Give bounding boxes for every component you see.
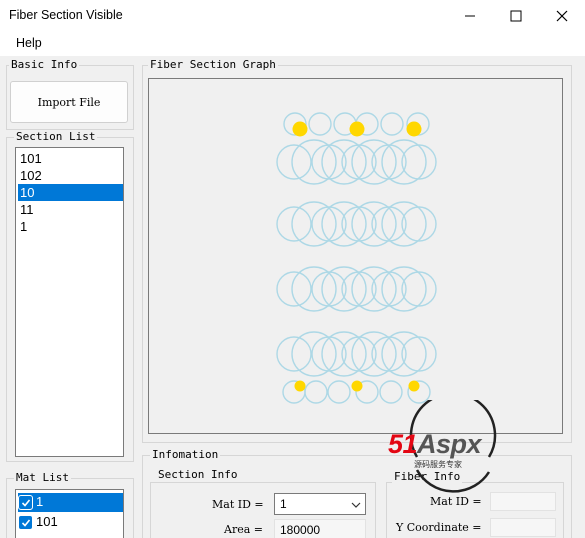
chevron-down-icon (351, 502, 361, 508)
mat-listbox[interactable]: 1 101 (15, 489, 124, 538)
fiber-ring (401, 336, 437, 372)
fiber-ring (381, 266, 427, 312)
section-info-title: Section Info (156, 468, 240, 481)
fiber-ring (351, 139, 397, 185)
fiber-ring (291, 266, 337, 312)
area-value: 180000 (280, 523, 321, 537)
rebar-dot (292, 121, 308, 137)
fiber-ring (304, 380, 328, 404)
checkmark-icon (21, 498, 30, 507)
fiber-ring (321, 266, 367, 312)
area-field: 180000 (274, 519, 366, 538)
fiber-ring (341, 336, 377, 372)
list-item[interactable]: 101 (18, 150, 123, 167)
fiber-ring (371, 144, 407, 180)
fiber-ring (291, 139, 337, 185)
mat-id-value: 1 (280, 497, 287, 511)
fiber-ring (321, 331, 367, 377)
fiber-ring (291, 331, 337, 377)
mat-id-label: Mat ID = (212, 498, 264, 511)
watermark-brand: 51Aspx (388, 429, 482, 459)
checkmark-icon (21, 518, 30, 527)
fiber-ring (351, 331, 397, 377)
fiber-ring (327, 380, 351, 404)
fiber-ring (321, 139, 367, 185)
fiber-ring (276, 271, 312, 307)
mat-item-label[interactable]: 1 (36, 494, 43, 509)
section-list-title: Section List (14, 130, 98, 143)
fiber-ring (341, 271, 377, 307)
close-button[interactable] (539, 0, 585, 32)
rebar-dot (294, 380, 306, 392)
fiber-ring (311, 206, 347, 242)
minimize-icon (465, 15, 475, 17)
fiber-ring (276, 336, 312, 372)
fiber-ring (381, 201, 427, 247)
fiber-ring (311, 144, 347, 180)
list-item[interactable]: 102 (18, 167, 123, 184)
fiber-section-canvas[interactable] (148, 78, 563, 434)
fiber-ring (341, 206, 377, 242)
infomation-title: Infomation (150, 448, 221, 461)
import-file-button[interactable]: Import File (10, 81, 128, 123)
mat-item-selected-bg (18, 493, 123, 512)
fiber-ring (351, 266, 397, 312)
fiber-section-plot (276, 112, 437, 404)
fiber-ring (311, 271, 347, 307)
graph-title: Fiber Section Graph (148, 58, 278, 71)
mat-item-checkbox[interactable] (18, 495, 33, 510)
area-label: Area = (224, 523, 263, 536)
list-item[interactable]: 1 (18, 218, 123, 235)
menu-bar (0, 32, 585, 56)
window-title: Fiber Section Visible (9, 8, 123, 22)
menu-help[interactable]: Help (16, 36, 42, 50)
fiber-ring (276, 206, 312, 242)
fiber-ring (401, 206, 437, 242)
list-item[interactable]: 11 (18, 201, 123, 218)
close-icon (556, 10, 568, 22)
fiber-ring (401, 271, 437, 307)
fiber-ring (371, 206, 407, 242)
y-coordinate-label: Y Coordinate = (396, 521, 482, 534)
section-listbox[interactable]: 101 102 10 11 1 (15, 147, 124, 457)
fiber-ring (308, 112, 332, 136)
maximize-icon (510, 10, 522, 22)
mat-item-checkbox[interactable] (19, 516, 32, 529)
fiber-ring (351, 201, 397, 247)
fiber-ring (341, 144, 377, 180)
rebar-dot (408, 380, 420, 392)
fiber-ring (321, 201, 367, 247)
fiber-ring (371, 271, 407, 307)
maximize-button[interactable] (493, 0, 539, 32)
fiber-ring (380, 112, 404, 136)
y-coordinate-field (490, 518, 556, 537)
minimize-button[interactable] (447, 0, 493, 32)
rebar-dot (351, 380, 363, 392)
fiber-ring (311, 336, 347, 372)
fiber-ring (381, 139, 427, 185)
list-item[interactable]: 10 (18, 184, 123, 201)
basic-info-title: Basic Info (9, 58, 80, 71)
mat-list-title: Mat List (14, 471, 71, 484)
fiber-ring (401, 144, 437, 180)
watermark-logo: 51Aspx 源码服务专家 (386, 392, 516, 510)
watermark-tagline: 源码服务专家 (414, 460, 462, 469)
rebar-dot (349, 121, 365, 137)
fiber-ring (371, 336, 407, 372)
fiber-ring (291, 201, 337, 247)
rebar-dot (406, 121, 422, 137)
mat-item-label[interactable]: 101 (36, 514, 58, 529)
fiber-ring (381, 331, 427, 377)
fiber-ring (276, 144, 312, 180)
mat-id-combo[interactable]: 1 (274, 493, 366, 515)
